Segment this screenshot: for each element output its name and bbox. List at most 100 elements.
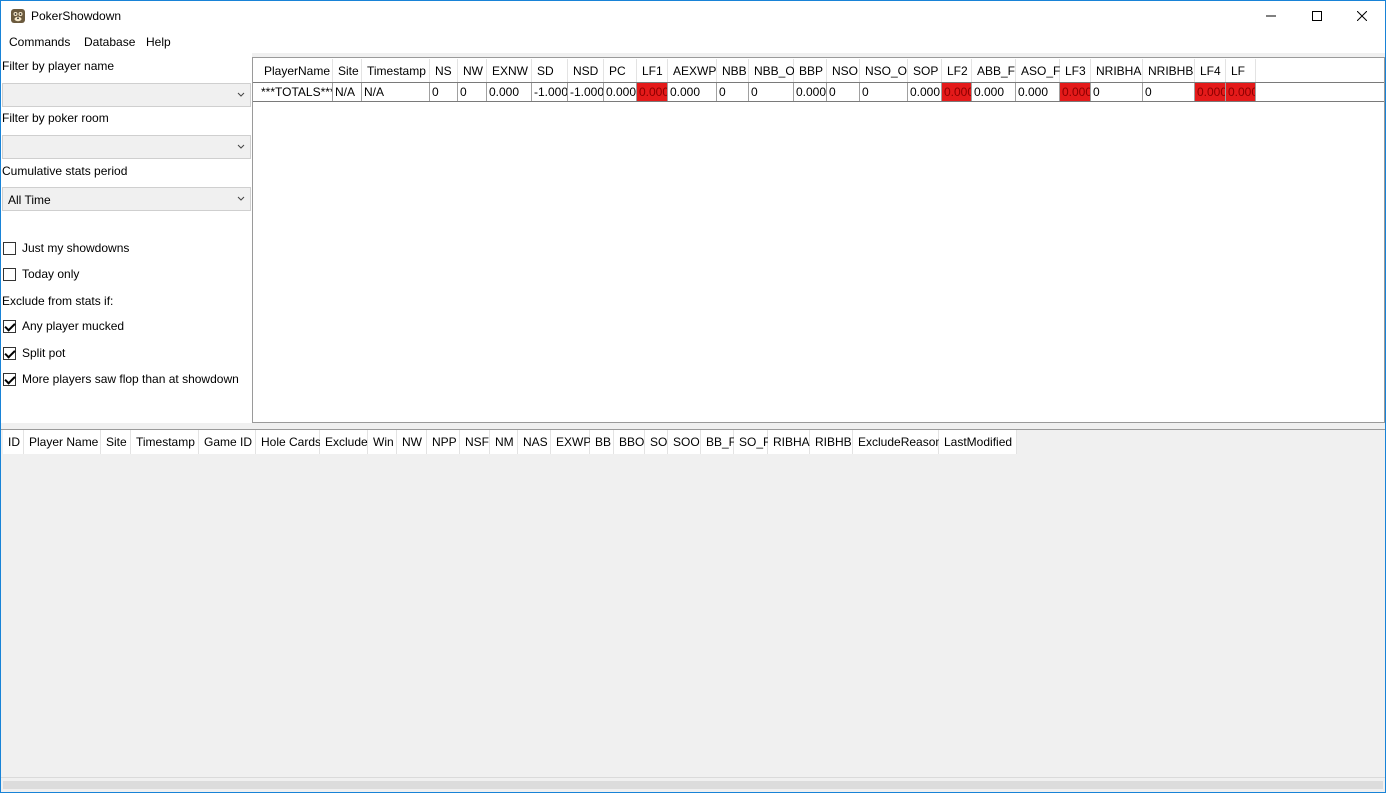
column-header-nso-o[interactable]: NSO_O: [860, 59, 908, 83]
column-header-lf[interactable]: LF: [1226, 59, 1256, 83]
menu-commands[interactable]: Commands: [9, 35, 70, 49]
just-my-showdowns-checkbox[interactable]: Just my showdowns: [3, 241, 129, 255]
column-header-lf2[interactable]: LF2: [942, 59, 972, 83]
column-header-sd[interactable]: SD: [532, 59, 568, 83]
checkbox-box[interactable]: [3, 241, 16, 255]
column-header-site[interactable]: Site: [101, 430, 131, 454]
table-cell[interactable]: 0.000: [1016, 83, 1060, 101]
player-name-filter-combo[interactable]: [2, 83, 251, 107]
column-header-id[interactable]: ID: [3, 430, 24, 454]
more-players-saw-flop-checkbox[interactable]: More players saw flop than at showdown: [3, 372, 239, 386]
column-header-exnw[interactable]: EXNW: [487, 59, 532, 83]
table-cell[interactable]: 0: [1143, 83, 1195, 101]
column-header-nso[interactable]: NSO: [827, 59, 860, 83]
column-header-nsd[interactable]: NSD: [568, 59, 604, 83]
column-header-abb-f[interactable]: ABB_F: [972, 59, 1016, 83]
column-header-nbb-o[interactable]: NBB_O: [749, 59, 795, 83]
column-header-nbb[interactable]: NBB: [717, 59, 749, 83]
table-cell[interactable]: 0.000: [908, 83, 942, 101]
table-cell[interactable]: 0: [860, 83, 908, 101]
column-header-nribhb[interactable]: NRIBHB: [1143, 59, 1195, 83]
column-header-so[interactable]: SO: [645, 430, 668, 454]
column-header-bb-f[interactable]: BB_F: [701, 430, 736, 454]
any-player-mucked-checkbox[interactable]: Any player mucked: [3, 319, 124, 333]
checkbox-box[interactable]: [3, 267, 16, 281]
table-cell[interactable]: -1.000: [532, 83, 568, 101]
column-header-player-name[interactable]: Player Name: [24, 430, 101, 454]
column-header-playername[interactable]: PlayerName: [259, 59, 333, 83]
column-header-sop[interactable]: SOP: [908, 59, 942, 83]
table-cell[interactable]: ***TOTALS***: [259, 83, 333, 101]
table-cell[interactable]: 0: [749, 83, 794, 101]
column-header-nm[interactable]: NM: [490, 430, 518, 454]
column-header-pc[interactable]: PC: [604, 59, 637, 83]
table-cell[interactable]: 0.000: [1060, 83, 1091, 101]
checkbox-checked[interactable]: [3, 346, 16, 360]
column-header-nas[interactable]: NAS: [518, 430, 551, 454]
column-header-exclude[interactable]: Exclude: [320, 430, 368, 454]
column-header-ns[interactable]: NS: [430, 59, 458, 83]
column-header-soo[interactable]: SOO: [668, 430, 701, 454]
table-cell[interactable]: 0.000: [794, 83, 827, 101]
maximize-button[interactable]: [1294, 1, 1340, 31]
column-header-ribhb[interactable]: RIBHB: [810, 430, 853, 454]
table-cell[interactable]: N/A: [362, 83, 430, 101]
menu-help[interactable]: Help: [146, 35, 171, 49]
column-header-bbo[interactable]: BBO: [614, 430, 645, 454]
column-header-bbp[interactable]: BBP: [794, 59, 827, 83]
table-cell[interactable]: 0.000: [668, 83, 717, 101]
stats-grid[interactable]: PlayerName Site Timestamp NS NW EXNW SD NSD PC LF…: [252, 57, 1385, 423]
split-pot-label: Split pot: [22, 346, 66, 360]
close-button[interactable]: [1339, 1, 1385, 31]
table-cell[interactable]: 0.000: [1226, 83, 1256, 101]
table-cell[interactable]: 0.000: [487, 83, 532, 101]
column-header-nw[interactable]: NW: [397, 430, 427, 454]
column-header-bb[interactable]: BB: [590, 430, 614, 454]
today-only-checkbox[interactable]: Today only: [3, 267, 79, 281]
table-cell[interactable]: 0.000: [637, 83, 668, 101]
column-header-hole-cards[interactable]: Hole Cards: [256, 430, 321, 454]
table-cell[interactable]: 0: [430, 83, 458, 101]
table-cell[interactable]: 0.000: [604, 83, 637, 101]
column-header-lf3[interactable]: LF3: [1060, 59, 1091, 83]
table-cell[interactable]: 0: [1091, 83, 1143, 101]
column-header-game-id[interactable]: Game ID: [199, 430, 256, 454]
row-divider: [253, 82, 1384, 83]
checkbox-checked[interactable]: [3, 372, 16, 386]
table-cell[interactable]: 0.000: [942, 83, 972, 101]
table-cell[interactable]: 0: [458, 83, 487, 101]
table-cell[interactable]: -1.000: [568, 83, 604, 101]
table-cell[interactable]: 0: [827, 83, 860, 101]
column-header-nribha[interactable]: NRIBHA: [1091, 59, 1143, 83]
menu-database[interactable]: Database: [84, 35, 135, 49]
column-header-timestamp[interactable]: Timestamp: [362, 59, 430, 83]
scrollbar-thumb[interactable]: [3, 781, 1383, 789]
minimize-button[interactable]: [1248, 1, 1294, 31]
column-header-aso-f[interactable]: ASO_F: [1016, 59, 1060, 83]
column-header-lf1[interactable]: LF1: [637, 59, 668, 83]
column-header-timestamp[interactable]: Timestamp: [131, 430, 199, 454]
column-header-lastmodified[interactable]: LastModified: [939, 430, 1017, 454]
column-header-npp[interactable]: NPP: [427, 430, 460, 454]
horizontal-scrollbar[interactable]: [1, 777, 1385, 792]
showdowns-grid[interactable]: ID Player Name Site Timestamp Game ID Hole Ca…: [1, 429, 1385, 777]
table-cell[interactable]: N/A: [333, 83, 362, 101]
table-cell[interactable]: 0.000: [1195, 83, 1226, 101]
column-header-exwp[interactable]: EXWP: [551, 430, 591, 454]
filter-panel: Filter by player name Filter by poker ro…: [1, 53, 252, 423]
column-header-aexwp[interactable]: AEXWP: [668, 59, 717, 83]
column-header-so-f[interactable]: SO_F: [734, 430, 770, 454]
column-header-site[interactable]: Site: [333, 59, 362, 83]
stats-period-combo[interactable]: All Time: [2, 187, 251, 211]
column-header-ribha[interactable]: RIBHA: [768, 430, 810, 454]
split-pot-checkbox[interactable]: Split pot: [3, 346, 65, 360]
column-header-excludereason[interactable]: ExcludeReason: [853, 430, 942, 454]
table-cell[interactable]: 0.000: [972, 83, 1016, 101]
column-header-nw[interactable]: NW: [458, 59, 487, 83]
column-header-lf4[interactable]: LF4: [1195, 59, 1226, 83]
column-header-win[interactable]: Win: [368, 430, 397, 454]
table-cell[interactable]: 0: [717, 83, 749, 101]
column-header-nsf[interactable]: NSF: [460, 430, 490, 454]
poker-room-filter-combo[interactable]: [2, 135, 251, 159]
checkbox-checked[interactable]: [3, 319, 16, 333]
